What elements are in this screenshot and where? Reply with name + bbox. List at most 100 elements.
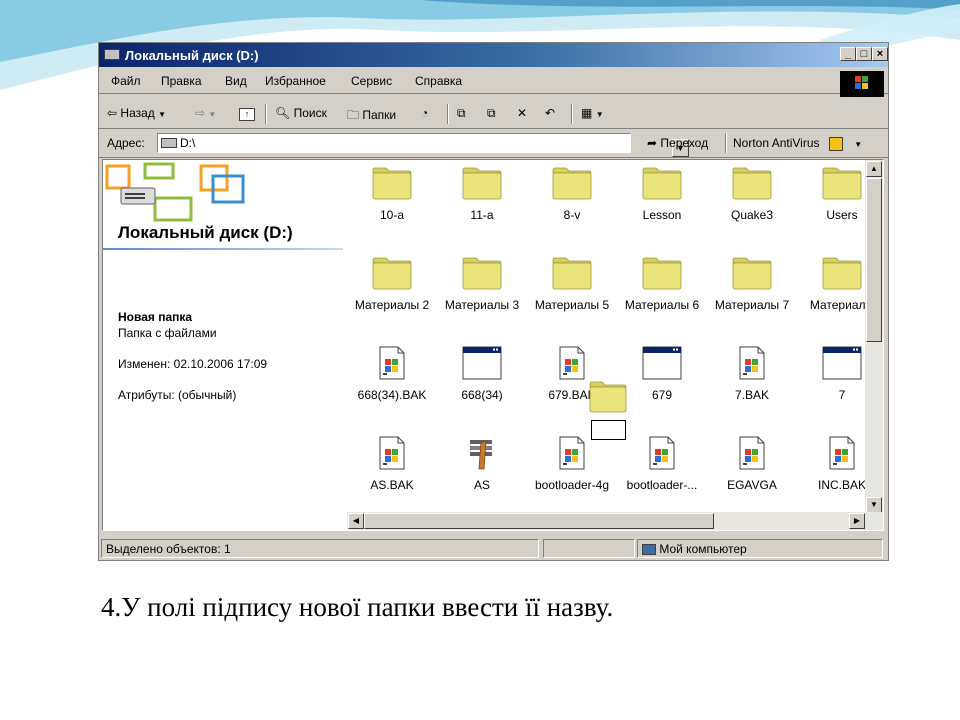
back-button[interactable]: ⇦ Назад ▼	[107, 106, 166, 120]
views-button[interactable]: ▦ ▼	[581, 106, 604, 120]
folder-icon	[372, 256, 412, 290]
horizontal-scroll-thumb[interactable]	[364, 513, 714, 529]
address-input[interactable]: D:\ ▼	[157, 133, 689, 157]
scroll-left-button[interactable]: ◀	[348, 513, 364, 529]
up-folder-icon: ↑	[239, 108, 255, 121]
file-item[interactable]: Материалы 7	[707, 250, 797, 332]
drive-banner-icon	[105, 162, 245, 222]
file-item[interactable]: 11-a	[437, 160, 527, 242]
chevron-down-icon: ▼	[854, 140, 863, 149]
close-button[interactable]: ×	[872, 47, 888, 61]
address-value: D:\	[180, 136, 196, 150]
file-item[interactable]: 7.BAK	[707, 340, 797, 422]
file-item-label: EGAVGA	[727, 478, 777, 492]
toolbar: ⇦ Назад ▼ ⇨ ▼ ↑ 🔍︎ Поиск 🗀 Папки ◔ ⧉ ⧉ ✕…	[99, 100, 888, 129]
pane-title: Локальный диск (D:)	[118, 223, 293, 242]
delete-icon: ✕	[517, 106, 528, 120]
window-title: Локальный диск (D:)	[125, 48, 259, 63]
file-item[interactable]: Lesson	[617, 160, 707, 242]
file-item-label: 7.BAK	[734, 388, 770, 402]
status-selection: Выделено объектов: 1	[101, 539, 539, 558]
file-item[interactable]: Материалы 5	[527, 250, 617, 332]
toolbar-separator	[265, 104, 267, 124]
new-folder-icon[interactable]	[589, 381, 627, 413]
file-item[interactable]: Quake3	[707, 160, 797, 242]
folder-icon	[462, 166, 502, 200]
folder-icon	[642, 166, 682, 200]
menu-favorites[interactable]: Избранное	[265, 74, 326, 88]
file-item[interactable]: AS	[437, 430, 527, 512]
menu-view[interactable]: Вид	[225, 74, 247, 88]
folder-view: Локальный диск (D:) Новая папка Папка с …	[102, 159, 884, 531]
back-arrow-icon: ⇦	[107, 106, 118, 120]
folder-icon	[372, 166, 412, 200]
folder-icon	[732, 166, 772, 200]
toolbar-separator	[725, 133, 727, 153]
address-bar: Адрес: D:\ ▼ ➦ Переход Norton AntiVirus …	[99, 129, 888, 158]
file-item[interactable]: EGAVGA	[707, 430, 797, 512]
forward-button[interactable]: ⇨ ▼	[195, 106, 216, 120]
file-item[interactable]: bootloader-4g	[527, 430, 617, 512]
menu-tools[interactable]: Сервис	[351, 74, 392, 88]
vertical-scrollbar[interactable]: ▲ ▼	[865, 160, 883, 514]
minimize-button[interactable]: _	[840, 47, 856, 61]
folder-icon	[552, 166, 592, 200]
folder-icon	[732, 256, 772, 290]
file-item[interactable]: 668(34)	[437, 340, 527, 422]
new-folder-name-input[interactable]	[591, 420, 626, 440]
menu-edit[interactable]: Правка	[161, 74, 202, 88]
selected-item-name: Новая папка	[118, 310, 193, 324]
bak-file-icon	[552, 436, 592, 470]
menu-help[interactable]: Справка	[415, 74, 462, 88]
file-item[interactable]: bootloader-...	[617, 430, 707, 512]
file-item-label: Материалы 5	[534, 298, 610, 312]
copy-to-icon: ⧉	[487, 106, 496, 120]
selected-item-type: Папка с файлами	[118, 326, 217, 340]
folder-icon	[822, 256, 862, 290]
file-item[interactable]: Материалы 2	[347, 250, 437, 332]
folder-icon	[552, 256, 592, 290]
copy-to-button[interactable]: ⧉	[487, 106, 496, 121]
my-computer-icon	[642, 544, 656, 556]
file-item-label: 668(34).BAK	[357, 388, 427, 402]
folder-icon	[822, 166, 862, 200]
history-button[interactable]: ◔	[421, 106, 428, 120]
maximize-button[interactable]: □	[856, 47, 872, 61]
menu-file[interactable]: Файл	[111, 74, 141, 88]
file-item[interactable]: 8-v	[527, 160, 617, 242]
move-to-button[interactable]: ⧉	[457, 106, 466, 121]
undo-button[interactable]: ↶	[545, 106, 555, 120]
horizontal-scrollbar[interactable]: ◀ ▶	[347, 512, 883, 530]
file-item-label: 11-a	[470, 208, 494, 222]
file-item-label: Материалы 2	[354, 298, 430, 312]
file-item[interactable]: Материалы 6	[617, 250, 707, 332]
file-item-label: Lesson	[642, 208, 682, 222]
selected-item-attributes: Атрибуты: (обычный)	[118, 388, 237, 402]
norton-antivirus-button[interactable]: Norton AntiVirus ▼	[733, 136, 862, 151]
window-app-icon	[642, 346, 682, 380]
toolbar-separator	[447, 104, 449, 124]
file-item-label: bootloader-...	[626, 478, 698, 492]
windows-logo	[840, 71, 884, 97]
file-item[interactable]: Материалы 3	[437, 250, 527, 332]
file-item[interactable]: 10-a	[347, 160, 437, 242]
folders-button[interactable]: 🗀 Папки	[347, 106, 396, 127]
title-bar[interactable]: Локальный диск (D:) _ □ ×	[99, 43, 888, 67]
file-item[interactable]: 679	[617, 340, 707, 422]
vertical-scroll-thumb[interactable]	[866, 178, 882, 342]
file-item[interactable]: 668(34).BAK	[347, 340, 437, 422]
search-button[interactable]: 🔍︎ Поиск	[275, 106, 327, 120]
file-item-label: Quake3	[730, 208, 774, 222]
scroll-right-button[interactable]: ▶	[849, 513, 865, 529]
bak-file-icon	[642, 436, 682, 470]
file-item[interactable]: AS.BAK	[347, 430, 437, 512]
folders-icon: 🗀	[347, 108, 360, 122]
scroll-up-button[interactable]: ▲	[866, 161, 882, 177]
menu-bar: Файл Правка Вид Избранное Сервис Справка	[99, 69, 888, 94]
scroll-down-button[interactable]: ▼	[866, 497, 882, 513]
drive-icon	[104, 49, 120, 60]
up-folder-button[interactable]: ↑	[239, 106, 255, 121]
bak-file-icon	[822, 436, 862, 470]
delete-button[interactable]: ✕	[517, 106, 527, 120]
go-button[interactable]: ➦ Переход	[647, 136, 708, 150]
